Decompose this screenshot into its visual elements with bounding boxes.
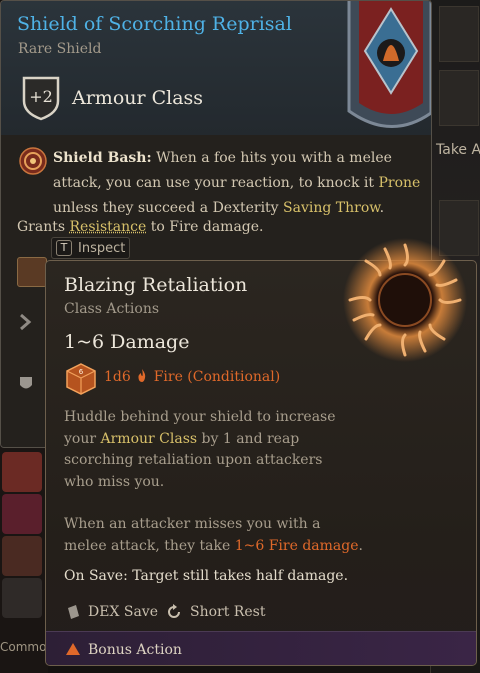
dice-roll: 1d6 (104, 369, 131, 385)
shield-bash-description: Shield Bash: When a foe hits you with a … (53, 150, 421, 216)
inventory-slot[interactable] (439, 6, 479, 62)
fire-damage-amount: 1~6 Fire damage (234, 537, 359, 554)
action-row-icon[interactable] (17, 257, 47, 287)
saving-throw-link[interactable]: Saving Throw (283, 200, 380, 216)
action-trigger-description: When an attacker misses you with a melee… (64, 516, 363, 554)
short-rest-icon (168, 604, 180, 618)
inspect-hint[interactable]: T Inspect (51, 237, 131, 259)
hotbar-skill-icon[interactable] (2, 578, 42, 618)
item-title: Shield of Scorching Reprisal (17, 13, 292, 35)
background-hotbar (0, 440, 48, 673)
item-rarity: Rare Shield (18, 41, 102, 57)
damage-type: Fire (Conditional) (153, 369, 281, 385)
dice-roll-line: 1d6 Fire (Conditional) (104, 369, 280, 385)
take-all-button[interactable]: Take A (436, 142, 480, 158)
fire-damage-icon (138, 369, 146, 382)
shield-property-icon (17, 375, 35, 393)
armour-class-label: Armour Class (72, 87, 204, 109)
action-category: Class Actions (64, 301, 160, 317)
hotbar-sword-icon[interactable] (2, 536, 42, 576)
resistance-link[interactable]: Resistance (70, 219, 147, 235)
shield-artwork-icon (347, 1, 431, 128)
bonus-action-icon (66, 643, 80, 655)
recharge-type: Short Rest (190, 604, 266, 620)
svg-text:6: 6 (79, 368, 84, 376)
on-save-text: On Save: Target still takes half damage. (64, 568, 349, 584)
action-damage: 1~6 Damage (64, 331, 190, 353)
action-cost: Bonus Action (88, 642, 182, 658)
d6-dice-icon: 6 (66, 363, 96, 395)
weapon-property-icon (17, 313, 35, 331)
shield-bash-icon (19, 147, 47, 175)
action-description: Huddle behind your shield to increase yo… (64, 409, 336, 490)
dex-save-icon (68, 605, 79, 619)
save-type: DEX Save (88, 604, 158, 620)
prone-link[interactable]: Prone (378, 175, 420, 191)
inspect-key: T (56, 240, 72, 256)
armour-class-value: +2 (29, 87, 53, 106)
common-tab-label[interactable]: Commo (0, 640, 46, 654)
inspect-label: Inspect (78, 240, 126, 256)
blazing-sun-icon (343, 238, 467, 362)
inventory-slot[interactable] (439, 70, 479, 126)
action-title: Blazing Retaliation (64, 274, 248, 296)
armour-class-link[interactable]: Armour Class (101, 431, 198, 447)
hotbar-portrait-icon[interactable] (2, 452, 42, 492)
hotbar-spell-icon[interactable] (2, 494, 42, 534)
shield-bash-name: Shield Bash: (53, 150, 152, 166)
grants-resistance-text: Grants Resistance to Fire damage. (17, 219, 264, 235)
